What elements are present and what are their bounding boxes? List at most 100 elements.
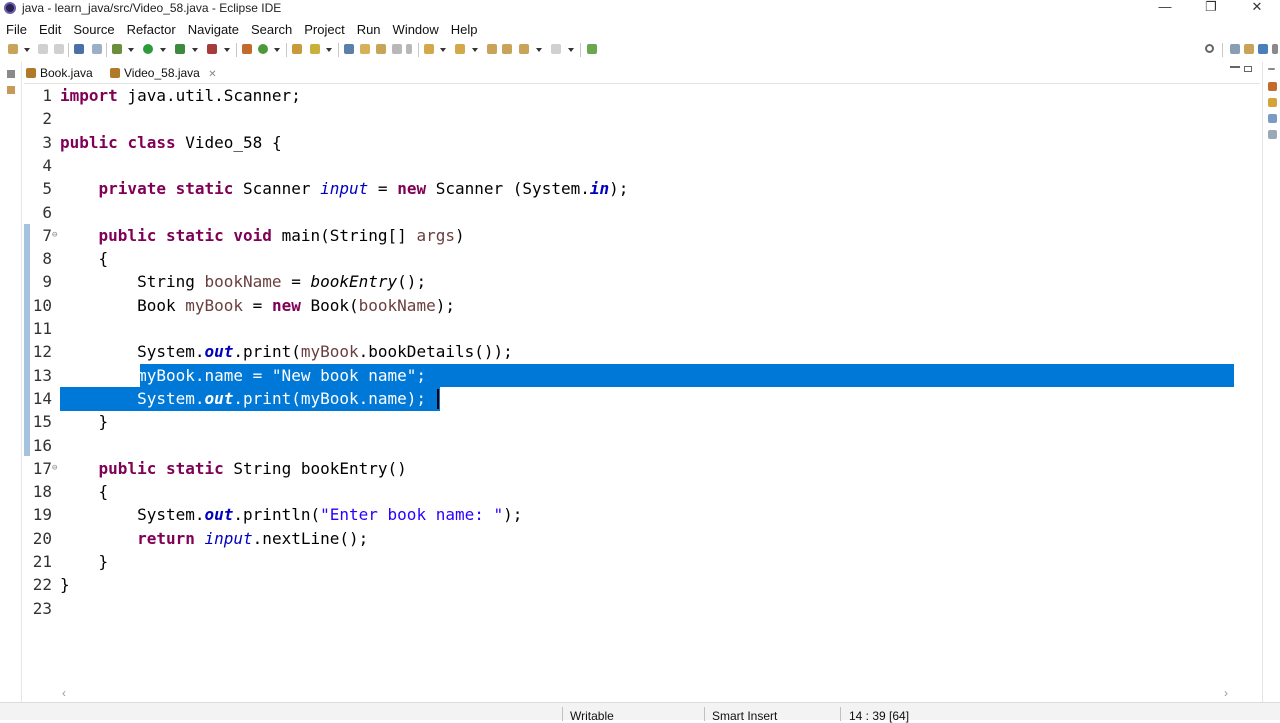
code-line[interactable]: 18 { — [24, 480, 1236, 503]
chevron-down-icon[interactable] — [24, 48, 30, 52]
tab-video-58-java[interactable]: Video_58.java ✕ — [108, 65, 217, 83]
code-line[interactable]: 12 System.out.print(myBook.bookDetails()… — [24, 340, 1236, 363]
java-perspective-icon[interactable] — [1258, 44, 1268, 54]
chevron-down-icon[interactable] — [274, 48, 280, 52]
menu-window[interactable]: Window — [387, 20, 445, 40]
code-line[interactable]: 8 { — [24, 247, 1236, 270]
search-icon[interactable] — [1205, 44, 1214, 53]
external-tools-icon[interactable] — [207, 44, 217, 54]
horizontal-scrollbar[interactable]: ‹ › — [60, 686, 1230, 700]
toggle-block-selection-icon[interactable] — [376, 44, 386, 54]
code-line[interactable]: 7 ⊖ public static void main(String[] args… — [24, 224, 1236, 247]
new-java-project-icon[interactable] — [242, 44, 252, 54]
chevron-down-icon[interactable] — [472, 48, 478, 52]
menu-project[interactable]: Project — [298, 20, 350, 40]
debug-icon[interactable] — [112, 44, 122, 54]
terminal-icon[interactable] — [74, 44, 84, 54]
code-line[interactable]: 6 — [24, 201, 1236, 224]
code-line[interactable]: 9 String bookName = bookEntry(); — [24, 270, 1236, 293]
chevron-down-icon[interactable] — [568, 48, 574, 52]
package-explorer-icon[interactable] — [7, 86, 15, 94]
forward-icon[interactable] — [551, 44, 561, 54]
coverage-icon[interactable] — [175, 44, 185, 54]
pilcrow-icon[interactable] — [406, 44, 412, 54]
code-line[interactable]: 21 } — [24, 550, 1236, 573]
minimize-button[interactable]: — — [1142, 0, 1188, 18]
code-line[interactable]: 5 private static Scanner input = new Sca… — [24, 177, 1236, 200]
menu-run[interactable]: Run — [351, 20, 387, 40]
fold-toggle-icon[interactable]: ⊖ — [52, 457, 57, 480]
code-token: System. — [60, 342, 205, 362]
code-line[interactable]: 19 System.out.println("Enter book name: … — [24, 503, 1236, 526]
chevron-down-icon[interactable] — [128, 48, 134, 52]
code-line[interactable]: 20 return input.nextLine(); — [24, 527, 1236, 550]
menu-edit[interactable]: Edit — [33, 20, 67, 40]
new-class-icon[interactable] — [258, 44, 268, 54]
menu-source[interactable]: Source — [67, 20, 120, 40]
code-line[interactable]: 15 } — [24, 410, 1236, 433]
code-line[interactable]: 10 Book myBook = new Book(bookName); — [24, 294, 1236, 317]
code-line[interactable]: 22} — [24, 573, 1236, 596]
code-line[interactable]: 16 — [24, 434, 1236, 457]
chevron-down-icon[interactable] — [224, 48, 230, 52]
run-icon[interactable] — [143, 44, 153, 54]
chevron-right-icon[interactable]: › — [1224, 686, 1228, 700]
menu-file[interactable]: File — [0, 20, 33, 40]
next-annotation-icon[interactable] — [424, 44, 434, 54]
code-line[interactable]: 17 ⊖ public static String bookEntry() — [24, 457, 1236, 480]
skip-breakpoints-icon[interactable] — [92, 44, 102, 54]
close-icon[interactable]: ✕ — [208, 69, 216, 80]
task-list-icon[interactable] — [1268, 98, 1277, 107]
chevron-down-icon[interactable] — [440, 48, 446, 52]
minimize-view-icon[interactable] — [1230, 66, 1240, 68]
menu-search[interactable]: Search — [245, 20, 298, 40]
code-line[interactable]: 11 — [24, 317, 1236, 340]
tab-book-java[interactable]: Book.java — [24, 65, 93, 83]
menu-refactor[interactable]: Refactor — [121, 20, 182, 40]
minimize-view-icon[interactable] — [1268, 68, 1275, 70]
forward-edit-icon[interactable] — [502, 44, 512, 54]
chevron-down-icon[interactable] — [160, 48, 166, 52]
code-area[interactable]: 1 import java.util.Scanner; 2 3 public class… — [24, 84, 1236, 684]
restore-view-icon[interactable] — [7, 70, 15, 78]
restore-button[interactable]: ❐ — [1188, 0, 1234, 18]
back-icon[interactable] — [519, 44, 529, 54]
search-tool-icon[interactable] — [310, 44, 320, 54]
code-token: in — [589, 179, 610, 199]
save-all-icon[interactable] — [54, 44, 64, 54]
maximize-view-icon[interactable] — [1244, 66, 1252, 72]
open-type-icon[interactable] — [292, 44, 302, 54]
status-insert-mode[interactable]: Smart Insert — [712, 709, 777, 723]
code-line[interactable]: 3 public class Video_58 { — [24, 131, 1236, 154]
code-line[interactable]: 13 myBook.name = "New book name"; — [24, 364, 1236, 387]
outline-icon[interactable] — [1268, 82, 1277, 91]
menu-help[interactable]: Help — [445, 20, 484, 40]
tab-label: Video_58.java — [124, 66, 200, 80]
toggle-mark-occurrences-icon[interactable] — [344, 44, 354, 54]
pin-editor-icon[interactable] — [587, 44, 597, 54]
previous-annotation-icon[interactable] — [455, 44, 465, 54]
chevron-down-icon[interactable] — [326, 48, 332, 52]
show-whitespace-icon[interactable] — [392, 44, 402, 54]
fold-toggle-icon[interactable]: ⊖ — [52, 224, 57, 247]
menu-navigate[interactable]: Navigate — [182, 20, 245, 40]
resource-perspective-icon[interactable] — [1244, 44, 1254, 54]
toggle-edit-icon[interactable] — [360, 44, 370, 54]
code-token: { — [60, 249, 109, 269]
chevron-down-icon[interactable] — [192, 48, 198, 52]
code-line[interactable]: 4 — [24, 154, 1236, 177]
chevron-down-icon[interactable] — [536, 48, 542, 52]
code-line[interactable]: 14 System.out.print(myBook.name); — [24, 387, 1236, 410]
code-line[interactable]: 23 — [24, 597, 1236, 620]
save-icon[interactable] — [38, 44, 48, 54]
problems-icon[interactable] — [1268, 114, 1277, 123]
chevron-left-icon[interactable]: ‹ — [62, 686, 66, 700]
close-button[interactable]: ✕ — [1234, 0, 1280, 18]
last-edit-location-icon[interactable] — [487, 44, 497, 54]
code-line[interactable]: 1 import java.util.Scanner; — [24, 84, 1236, 107]
new-icon[interactable] — [8, 44, 18, 54]
javadoc-icon[interactable] — [1268, 130, 1277, 139]
debug-perspective-icon[interactable] — [1272, 44, 1278, 54]
open-perspective-icon[interactable] — [1230, 44, 1240, 54]
code-line[interactable]: 2 — [24, 107, 1236, 130]
